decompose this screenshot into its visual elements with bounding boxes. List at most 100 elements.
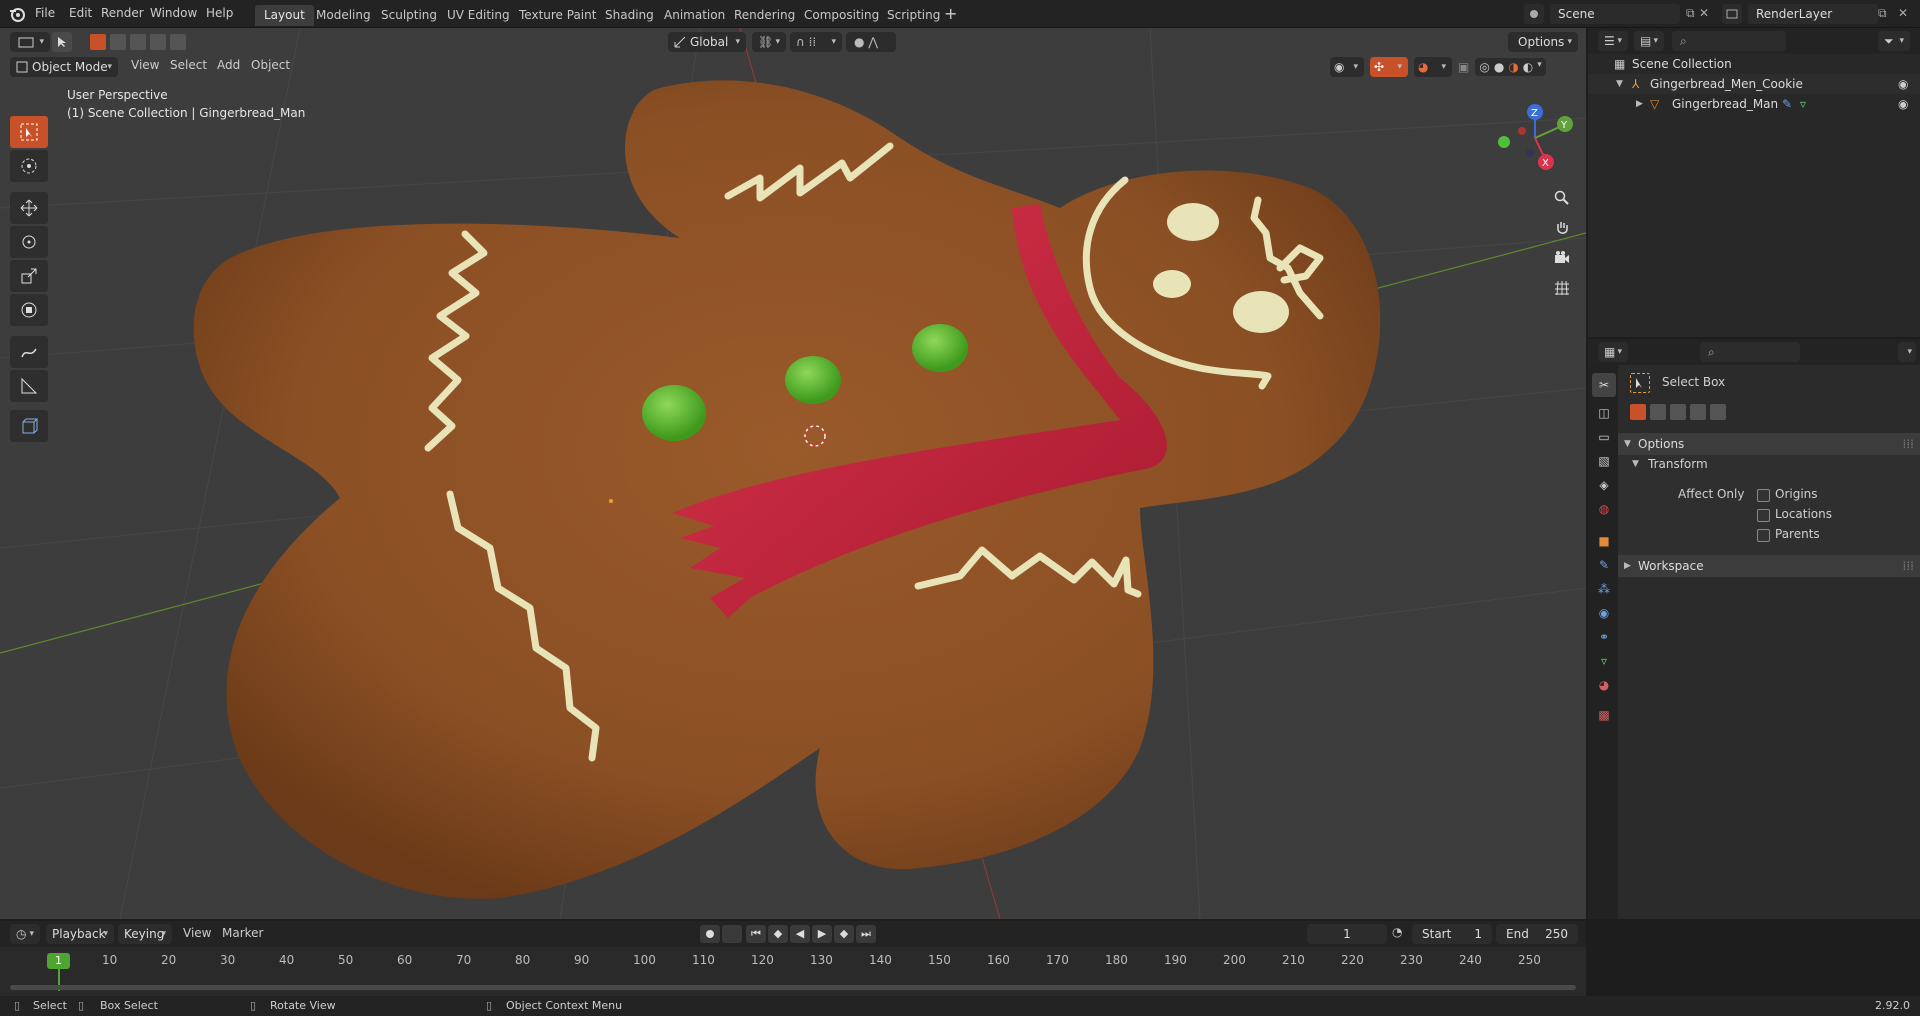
options-section-header[interactable]: ▼ Options ⁞⁞⁞ [1618,433,1920,455]
menu-edit[interactable]: Edit [69,6,92,20]
physics-tab-icon[interactable]: ◉ [1592,601,1616,625]
overlays-dropdown[interactable]: ◕ ▾ [1414,57,1452,77]
select-invert-icon[interactable] [150,34,166,50]
scene-tab-icon[interactable]: ◈ [1592,473,1616,497]
mode-new-icon[interactable] [1630,404,1646,420]
options-dropdown[interactable]: Options ▾ [1508,32,1578,52]
select-extend-icon[interactable] [110,34,126,50]
delete-layer-icon[interactable]: ✕ [1898,6,1908,20]
stopwatch-icon[interactable]: ◔ [1392,925,1402,939]
zoom-view-icon[interactable] [1548,184,1576,212]
select-new-icon[interactable] [90,34,106,50]
viewport-menu-object[interactable]: Object [251,58,290,72]
auto-key-icon[interactable] [722,925,742,943]
xray-icon[interactable]: ▣ [1458,60,1469,74]
record-icon[interactable] [700,925,720,943]
select-mode-buttons[interactable] [90,34,186,50]
move-tool[interactable] [10,192,48,224]
properties-editor-type[interactable]: ▦ ▾ [1598,342,1628,362]
tab-shading[interactable]: Shading [596,5,663,26]
tab-layout[interactable]: Layout [255,5,314,26]
shading-options-icon[interactable]: ▾ [1537,60,1542,74]
display-mode-dropdown[interactable]: ▤ ▾ [1634,31,1664,51]
select-box-tool[interactable] [10,116,48,148]
constraints-tab-icon[interactable]: ⚭ [1592,625,1616,649]
outliner-row-scene-collection[interactable]: ▦ Scene Collection [1588,54,1920,74]
output-tab-icon[interactable]: ▭ [1592,425,1616,449]
visibility-eye-icon[interactable]: ◉ [1898,74,1908,94]
solid-shading-icon[interactable]: ● [1494,60,1504,74]
menu-window[interactable]: Window [150,6,197,20]
timeline-editor-type[interactable]: ◷ ▾ [10,924,40,944]
origins-checkbox[interactable] [1757,489,1770,502]
drag-handle-icon[interactable]: ⁞⁞⁞ [1903,433,1914,455]
render-tab-icon[interactable]: ◫ [1592,401,1616,425]
annotate-tool[interactable] [10,336,48,368]
workspace-section-header[interactable]: ▶ Workspace ⁞⁞⁞ [1618,555,1920,577]
properties-options-dropdown[interactable]: ▾ [1898,342,1916,362]
tab-texture-paint[interactable]: Texture Paint [510,5,605,26]
locations-checkbox[interactable] [1757,509,1770,522]
world-tab-icon[interactable]: ◍ [1592,497,1616,521]
transform-tool[interactable] [10,294,48,326]
properties-search-input[interactable]: ⌕ [1700,342,1800,362]
add-cube-tool[interactable] [10,410,48,442]
modifier-wrench-icon[interactable]: ✎ [1782,94,1792,114]
visibility-eye-icon[interactable]: ◉ [1898,94,1908,114]
viewport-menu-select[interactable]: Select [170,58,207,72]
rendered-shading-icon[interactable]: ◐ [1523,60,1533,74]
select-tool-icon[interactable] [52,32,72,52]
view-layer-tab-icon[interactable]: ▧ [1592,449,1616,473]
new-layer-icon[interactable]: ⧉ [1878,6,1887,21]
mode-extend-icon[interactable] [1650,404,1666,420]
timeline-scrollbar[interactable] [10,985,1576,990]
outliner-row-gingerbread-man[interactable]: ▶ ▽ Gingerbread_Man ✎ ▿ ◉ [1588,94,1920,114]
menu-file[interactable]: File [35,6,55,20]
collapse-icon[interactable]: ▼ [1632,459,1639,469]
pan-view-icon[interactable] [1548,214,1576,242]
select-intersect-icon[interactable] [170,34,186,50]
timeline-menu-view[interactable]: View [183,926,211,940]
mode-intersect-icon[interactable] [1710,404,1726,420]
tab-scripting[interactable]: Scripting [878,5,949,26]
menu-render[interactable]: Render [101,6,144,20]
outliner-editor-type[interactable]: ☰ ▾ [1598,31,1628,51]
outliner-row-cookie-collection[interactable]: ▼ ⅄ Gingerbread_Men_Cookie ◉ [1588,74,1920,94]
play-icon[interactable]: ▶ [812,925,832,943]
menu-help[interactable]: Help [206,6,233,20]
wireframe-shading-icon[interactable]: ◎ [1479,60,1489,74]
measure-tool[interactable] [10,370,48,402]
tab-compositing[interactable]: Compositing [795,5,888,26]
navigation-gizmo[interactable]: Z Y X [1490,93,1580,183]
mode-subtract-icon[interactable] [1670,404,1686,420]
new-scene-icon[interactable]: ⧉ [1686,6,1695,21]
playback-dropdown[interactable]: Playback ▾ [46,924,114,944]
rotate-tool[interactable] [10,226,48,258]
tool-tab-icon[interactable]: ✂ [1592,373,1616,397]
tab-uv-editing[interactable]: UV Editing [438,5,519,26]
tab-animation[interactable]: Animation [655,5,734,26]
object-tab-icon[interactable]: ■ [1592,529,1616,553]
particles-tab-icon[interactable]: ⁂ [1592,577,1616,601]
expand-toggle-icon[interactable]: ▶ [1636,94,1643,114]
blender-logo-icon[interactable] [8,5,26,23]
orientation-dropdown[interactable]: Global ▾ [668,32,746,52]
object-mode-dropdown[interactable]: Object Mode ▾ [10,57,118,77]
texture-tab-icon[interactable]: ▩ [1592,703,1616,727]
start-frame-field[interactable]: Start 1 [1412,924,1492,944]
mode-invert-icon[interactable] [1690,404,1706,420]
material-tab-icon[interactable]: ◕ [1592,673,1616,697]
outliner-search-input[interactable]: ⌕ [1672,31,1786,51]
gizmo-dropdown[interactable]: ✣ ▾ [1370,57,1408,77]
play-reverse-icon[interactable]: ◀ [790,925,810,943]
modifier-tab-icon[interactable]: ✎ [1592,553,1616,577]
editor-type-dropdown[interactable]: ▾ [10,32,50,52]
select-subtract-icon[interactable] [130,34,146,50]
pivot-dropdown[interactable]: ⛓ ▾ [752,32,786,52]
camera-view-icon[interactable] [1548,244,1576,272]
next-keyframe-icon[interactable]: ◆ [834,925,854,943]
playhead-marker[interactable]: 1 [47,953,70,969]
viewport-menu-add[interactable]: Add [217,58,240,72]
add-workspace-button[interactable]: + [944,4,957,23]
snap-dropdown[interactable]: ∩ ⁞⁞ ▾ [790,32,842,52]
